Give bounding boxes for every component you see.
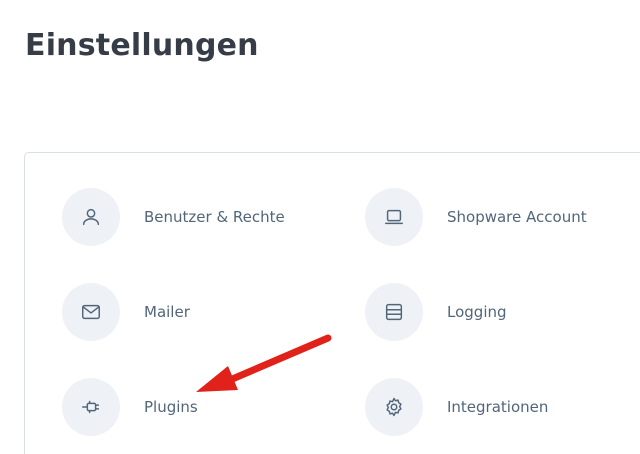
laptop-icon <box>365 188 423 246</box>
settings-item-integrations[interactable]: Integrationen <box>365 378 548 436</box>
settings-item-users-permissions[interactable]: Benutzer & Rechte <box>62 188 285 246</box>
settings-item-label: Mailer <box>144 303 190 321</box>
settings-item-label: Integrationen <box>447 398 549 416</box>
page-title: Einstellungen <box>25 28 259 63</box>
plug-icon <box>62 378 120 436</box>
settings-item-label: Logging <box>447 303 507 321</box>
settings-item-shopware-account[interactable]: Shopware Account <box>365 188 587 246</box>
settings-item-label: Shopware Account <box>447 208 587 226</box>
settings-item-plugins[interactable]: Plugins <box>62 378 198 436</box>
settings-item-logging[interactable]: Logging <box>365 283 507 341</box>
user-icon <box>62 188 120 246</box>
settings-item-label: Plugins <box>144 398 198 416</box>
database-icon <box>365 283 423 341</box>
gear-icon <box>365 378 423 436</box>
settings-item-label: Benutzer & Rechte <box>144 208 285 226</box>
settings-page: Einstellungen Benutzer & Rechte Shopware… <box>0 0 640 454</box>
settings-item-mailer[interactable]: Mailer <box>62 283 190 341</box>
envelope-icon <box>62 283 120 341</box>
